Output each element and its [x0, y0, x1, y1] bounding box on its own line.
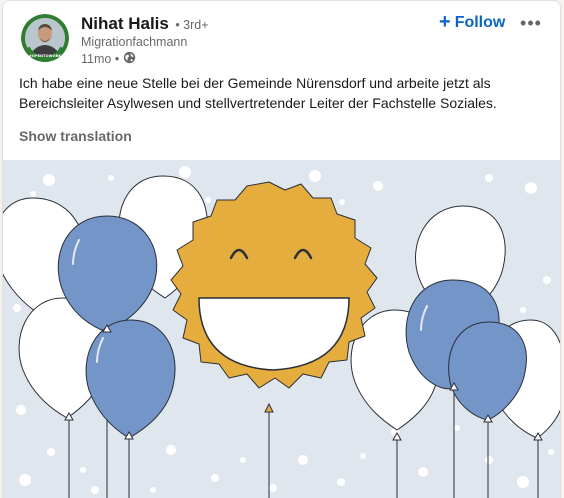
- author-avatar[interactable]: #OPENTOWORK: [21, 14, 69, 62]
- plus-icon: +: [439, 11, 451, 33]
- post-time: 11mo •: [81, 52, 120, 66]
- feed-post-card: #OPENTOWORK Nihat Halis • 3rd+ Migration…: [2, 0, 561, 498]
- post-text: Ich habe eine neue Stelle bei der Gemein…: [19, 75, 497, 111]
- post-image[interactable]: [3, 160, 560, 498]
- show-translation-button[interactable]: Show translation: [19, 128, 132, 144]
- globe-icon: [123, 51, 136, 67]
- author-name-row: Nihat Halis • 3rd+: [81, 14, 209, 34]
- avatar-photo: #OPENTOWORK: [21, 14, 69, 62]
- smiley-sun-balloons-illustration: [3, 160, 560, 498]
- follow-label: Follow: [454, 14, 506, 31]
- more-options-button[interactable]: •••: [515, 9, 547, 37]
- follow-button[interactable]: + Follow: [433, 10, 511, 36]
- post-meta: 11mo •: [81, 51, 136, 67]
- connection-degree: • 3rd+: [175, 18, 209, 32]
- author-name[interactable]: Nihat Halis: [81, 14, 169, 33]
- svg-text:#OPENTOWORK: #OPENTOWORK: [29, 54, 61, 58]
- author-headline: Migrationfachmann: [81, 35, 188, 49]
- post-header: #OPENTOWORK Nihat Halis • 3rd+ Migration…: [3, 1, 560, 71]
- ellipsis-icon: •••: [520, 12, 542, 33]
